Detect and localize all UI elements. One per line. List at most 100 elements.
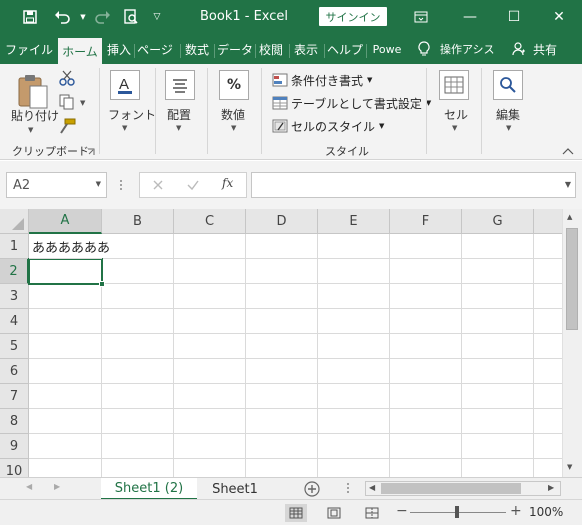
cell[interactable] [174, 234, 246, 259]
alignment-label[interactable]: 配置 [167, 106, 191, 123]
vertical-scroll-thumb[interactable] [566, 228, 578, 330]
zoom-in-button[interactable]: + [510, 503, 522, 519]
maximize-button[interactable]: ☐ [492, 0, 536, 34]
cell[interactable] [318, 259, 390, 284]
cells-dropdown-icon[interactable]: ▼ [452, 124, 457, 132]
cell[interactable] [246, 459, 318, 477]
cell[interactable] [318, 334, 390, 359]
cell[interactable] [174, 334, 246, 359]
cell[interactable] [390, 259, 462, 284]
copy-dropdown-icon[interactable]: ▼ [80, 99, 85, 107]
format-as-table-button[interactable]: テーブルとして書式設定 ▼ [272, 93, 431, 113]
cell[interactable] [246, 309, 318, 334]
lightbulb-icon[interactable] [414, 34, 434, 64]
horizontal-scroll-thumb[interactable] [381, 483, 521, 494]
tab-power[interactable]: Powe [367, 34, 407, 64]
font-label[interactable]: フォント [108, 106, 156, 123]
cell[interactable] [174, 434, 246, 459]
cell[interactable] [29, 384, 102, 409]
cell-styles-button[interactable]: セルのスタイル ▼ [272, 116, 384, 136]
print-preview-icon[interactable] [118, 0, 144, 34]
redo-icon[interactable] [90, 0, 114, 34]
scroll-left-icon[interactable]: ◀ [369, 483, 375, 492]
tab-review[interactable]: 校閲 [256, 34, 286, 64]
cell[interactable] [390, 309, 462, 334]
cell[interactable] [318, 359, 390, 384]
share-user-icon[interactable] [510, 34, 528, 64]
tab-formulas[interactable]: 数式 [181, 34, 213, 64]
cell[interactable] [462, 409, 534, 434]
cell[interactable] [29, 409, 102, 434]
collapse-ribbon-icon[interactable] [562, 144, 574, 155]
cell[interactable] [318, 234, 390, 259]
conditional-formatting-button[interactable]: 条件付き書式 ▼ [272, 70, 372, 90]
column-header-e[interactable]: E [318, 209, 390, 234]
normal-view-icon[interactable] [285, 504, 307, 522]
cell[interactable] [390, 359, 462, 384]
page-break-view-icon[interactable] [361, 504, 383, 522]
cell[interactable] [318, 284, 390, 309]
font-dropdown-icon[interactable]: ▼ [122, 124, 127, 132]
cell[interactable] [102, 459, 174, 477]
horizontal-scrollbar[interactable]: ◀ ▶ [365, 481, 561, 496]
active-cell-a2[interactable] [28, 258, 103, 285]
cell[interactable] [29, 334, 102, 359]
row-header-9[interactable]: 9 [0, 434, 29, 459]
alignment-icon[interactable] [165, 70, 195, 100]
sheet-tab-sheet1-2[interactable]: Sheet1 (2) [101, 478, 197, 500]
cut-icon[interactable] [58, 70, 76, 86]
zoom-level[interactable]: 100% [529, 505, 563, 519]
cell[interactable] [102, 409, 174, 434]
row-header-7[interactable]: 7 [0, 384, 29, 409]
page-layout-view-icon[interactable] [323, 504, 345, 522]
tab-page-layout[interactable]: ページ [135, 34, 175, 64]
cell[interactable] [318, 384, 390, 409]
cell[interactable] [246, 409, 318, 434]
cell[interactable] [462, 284, 534, 309]
customize-qat-icon[interactable]: ▽ [148, 0, 166, 34]
next-sheet-icon[interactable]: ▶ [54, 482, 60, 491]
close-button[interactable]: ✕ [536, 0, 582, 34]
cell[interactable] [174, 409, 246, 434]
cell[interactable] [462, 334, 534, 359]
zoom-slider-thumb[interactable] [455, 506, 459, 518]
tab-insert[interactable]: 挿入 [104, 34, 134, 64]
cell[interactable] [318, 459, 390, 477]
font-icon[interactable]: A [110, 70, 140, 100]
cell[interactable] [462, 434, 534, 459]
cell[interactable] [390, 459, 462, 477]
cell[interactable] [318, 409, 390, 434]
insert-function-icon[interactable]: fx [222, 176, 233, 190]
cell[interactable] [102, 384, 174, 409]
save-icon[interactable] [16, 0, 44, 34]
cell[interactable] [318, 309, 390, 334]
row-header-6[interactable]: 6 [0, 359, 29, 384]
cell[interactable] [246, 359, 318, 384]
cell[interactable] [462, 234, 534, 259]
cell[interactable] [29, 309, 102, 334]
number-label[interactable]: 数値 [221, 106, 245, 123]
cell[interactable] [174, 309, 246, 334]
undo-dropdown-icon[interactable]: ▼ [78, 0, 88, 34]
prev-sheet-icon[interactable]: ◀ [26, 482, 32, 491]
scroll-up-icon[interactable]: ▲ [567, 213, 572, 221]
percent-icon[interactable]: % [219, 70, 249, 100]
scroll-right-icon[interactable]: ▶ [548, 483, 554, 492]
column-header-b[interactable]: B [102, 209, 174, 234]
row-header-3[interactable]: 3 [0, 284, 29, 309]
row-header-8[interactable]: 8 [0, 409, 29, 434]
cell[interactable] [390, 434, 462, 459]
cell[interactable] [246, 234, 318, 259]
editing-dropdown-icon[interactable]: ▼ [506, 124, 511, 132]
tab-home[interactable]: ホーム [58, 38, 102, 64]
row-header-5[interactable]: 5 [0, 334, 29, 359]
expand-formula-icon[interactable]: ▼ [565, 180, 571, 189]
number-dropdown-icon[interactable]: ▼ [231, 124, 236, 132]
alignment-dropdown-icon[interactable]: ▼ [176, 124, 181, 132]
cell[interactable] [102, 334, 174, 359]
column-header-d[interactable]: D [246, 209, 318, 234]
cell[interactable] [102, 284, 174, 309]
cell[interactable] [102, 259, 174, 284]
tab-view[interactable]: 表示 [290, 34, 322, 64]
cell[interactable] [102, 234, 174, 259]
